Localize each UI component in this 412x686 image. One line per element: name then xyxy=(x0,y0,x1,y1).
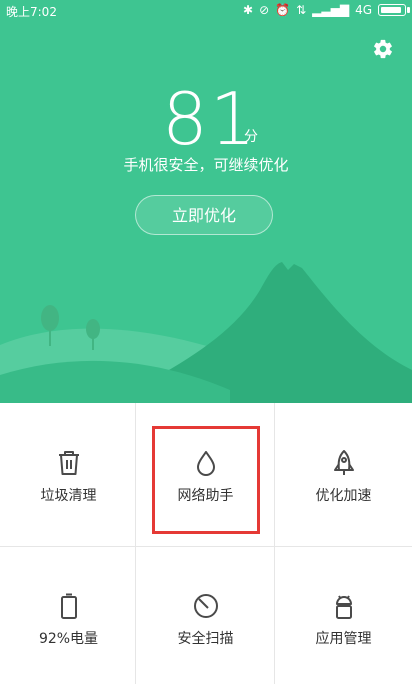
scan-icon xyxy=(193,594,218,618)
gear-icon[interactable] xyxy=(372,38,394,60)
tool-security-scan[interactable]: 安全扫描 xyxy=(137,546,274,686)
top-panel: 晚上7:02 ✱ ⊘ ⏰ ⇅ ▂▃▅▇ 4G 81 分 手机很安全，可继续优化 … xyxy=(0,0,412,403)
tool-label: 优化加速 xyxy=(315,488,372,504)
network-type: 4G xyxy=(355,3,372,17)
signal-icon: ▂▃▅▇ xyxy=(312,3,350,17)
status-time: 晚上7:02 xyxy=(6,5,57,19)
battery-icon xyxy=(60,593,77,619)
optimize-button[interactable]: 立即优化 xyxy=(135,195,273,235)
tool-trash-cleanup[interactable]: 垃圾清理 xyxy=(0,403,137,543)
data-arrows-icon: ⇅ xyxy=(296,3,307,17)
android-icon xyxy=(335,595,352,619)
alarm-icon: ⏰ xyxy=(275,3,291,17)
tool-optimize-speed[interactable]: 优化加速 xyxy=(275,403,412,543)
rocket-icon xyxy=(333,450,354,475)
landscape-illustration xyxy=(0,262,412,403)
tool-label: 应用管理 xyxy=(315,631,372,647)
score-display: 81 分 xyxy=(0,82,412,156)
status-bar: 晚上7:02 ✱ ⊘ ⏰ ⇅ ▂▃▅▇ 4G xyxy=(0,0,412,22)
tool-app-management[interactable]: 应用管理 xyxy=(275,546,412,686)
highlight-box xyxy=(152,426,260,534)
bluetooth-icon: ✱ xyxy=(243,3,254,17)
trash-icon xyxy=(58,451,79,475)
tool-battery[interactable]: 92%电量 xyxy=(0,546,137,686)
tool-label: 垃圾清理 xyxy=(40,488,97,504)
tool-label: 92%电量 xyxy=(38,631,99,647)
tool-label: 安全扫描 xyxy=(177,631,234,647)
status-message: 手机很安全，可继续优化 xyxy=(123,156,289,174)
mute-icon: ⊘ xyxy=(259,3,270,17)
status-icons: ✱ ⊘ ⏰ ⇅ ▂▃▅▇ 4G xyxy=(243,3,410,17)
battery-icon xyxy=(378,4,410,16)
score-unit: 分 xyxy=(244,129,258,145)
